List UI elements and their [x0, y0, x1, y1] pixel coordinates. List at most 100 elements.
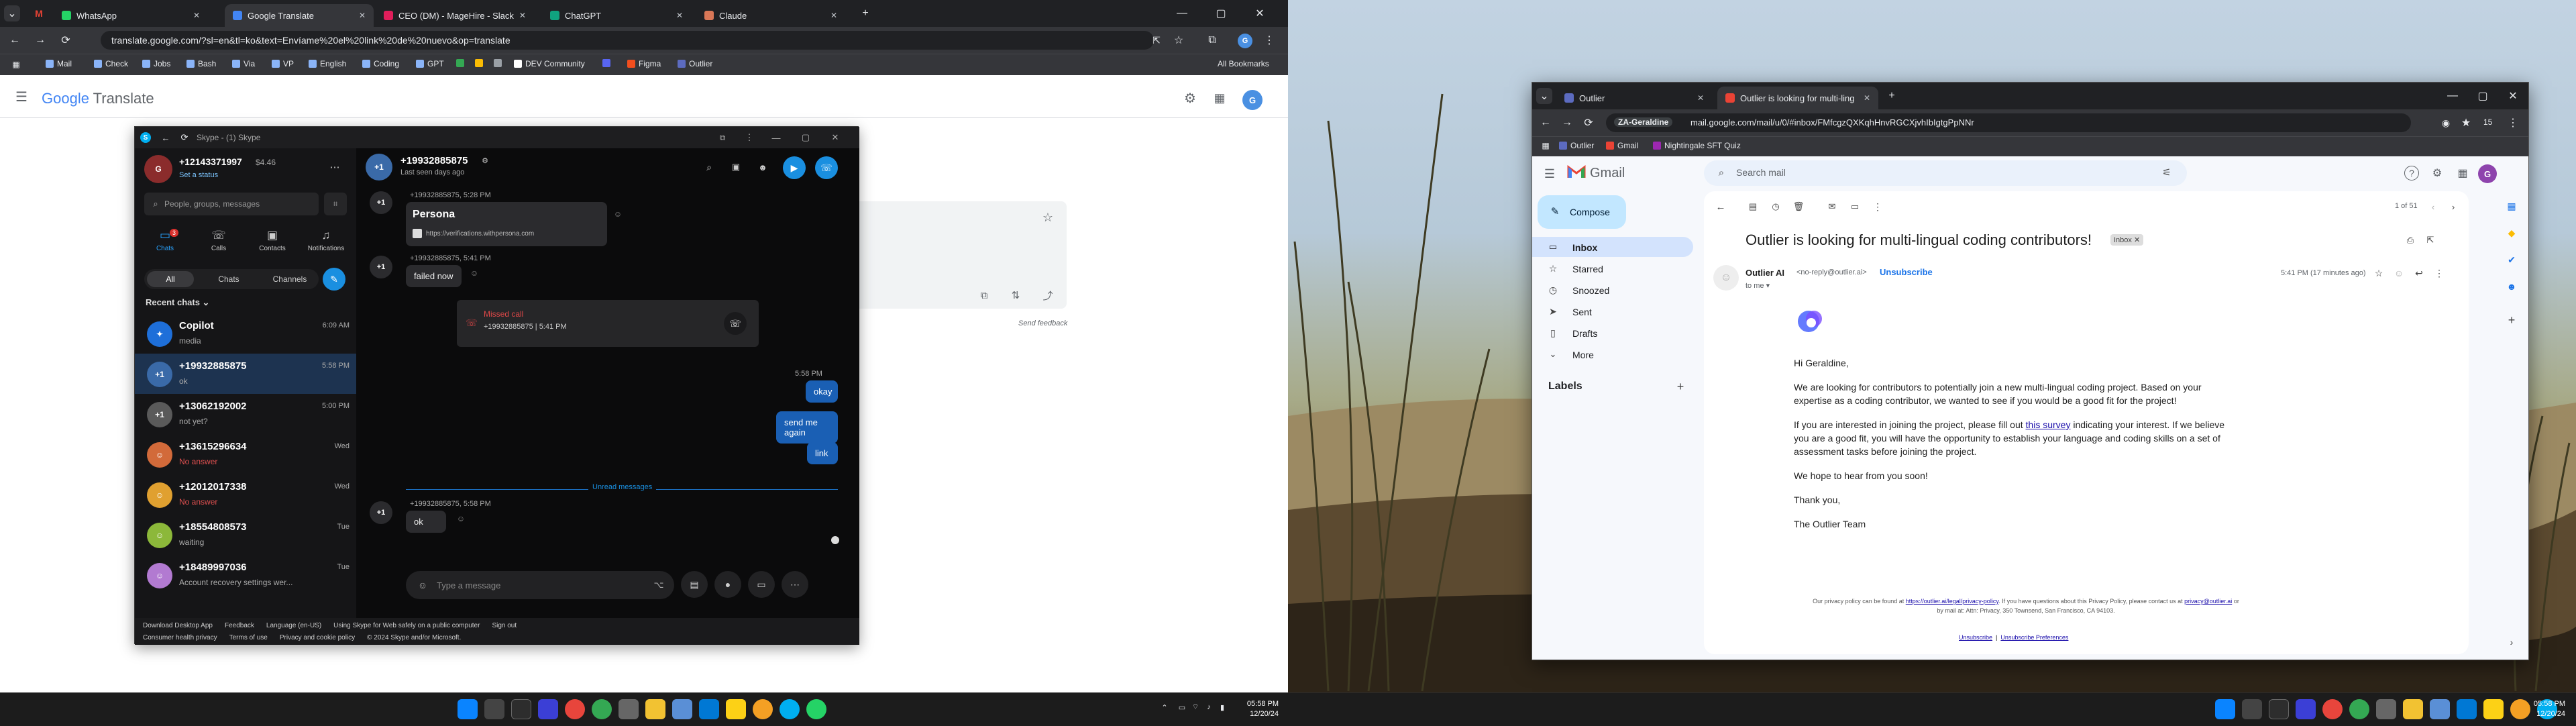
minimize-icon[interactable]: —: [1174, 5, 1190, 21]
footer-link[interactable]: Terms of use: [229, 634, 268, 641]
taskbar-search-icon[interactable]: [2242, 699, 2262, 719]
bookmark-check[interactable]: Check: [94, 59, 128, 68]
forward-icon[interactable]: →: [32, 32, 48, 48]
nav-notifications[interactable]: ♫ Notifications: [303, 229, 350, 260]
new-chat-button[interactable]: ✎: [323, 268, 345, 291]
newer-icon[interactable]: ‹: [2426, 199, 2440, 214]
close-icon[interactable]: ✕: [1697, 93, 1704, 103]
tab-whatsapp[interactable]: WhatsApp ✕: [54, 4, 208, 27]
start-button[interactable]: [2215, 699, 2235, 719]
dialpad-icon[interactable]: ⌗: [324, 193, 347, 215]
audio-call-button[interactable]: ☏: [815, 156, 838, 179]
google-apps-icon[interactable]: ▦: [2455, 166, 2470, 180]
search-icon[interactable]: ⌕: [1715, 166, 1728, 179]
clock[interactable]: 05:58 PM 12/20/24: [1232, 699, 1279, 719]
chrome-menu-icon[interactable]: ⋮: [1261, 32, 1277, 48]
chat-item[interactable]: ☺ +18554808573 waiting Tue: [135, 515, 356, 555]
incoming-message[interactable]: failed now: [406, 265, 462, 287]
hamburger-menu-icon[interactable]: ☰: [13, 89, 30, 105]
close-window-icon[interactable]: ✕: [1252, 5, 1268, 21]
set-status-link[interactable]: Set a status: [179, 171, 218, 179]
bookmark-figma[interactable]: Figma: [627, 59, 661, 68]
bookmark-gmail[interactable]: Gmail: [1606, 141, 1638, 150]
search-icon[interactable]: ⌕: [701, 159, 717, 175]
taskbar-app-icon[interactable]: [619, 699, 639, 719]
clock[interactable]: 05:58 PM 12/20/24: [2518, 699, 2565, 719]
start-button[interactable]: [458, 699, 478, 719]
tasks-icon[interactable]: ✔: [2504, 252, 2520, 268]
extensions-count[interactable]: 15: [2483, 117, 2492, 127]
tab-search-icon[interactable]: ⌄: [1536, 88, 1552, 104]
bookmark-nightingale-quiz[interactable]: Nightingale SFT Quiz: [1653, 141, 1741, 150]
settings-gear-icon[interactable]: ⚙: [1182, 90, 1198, 106]
all-bookmarks[interactable]: All Bookmarks: [1218, 59, 1269, 68]
profile-name[interactable]: +12143371997: [179, 156, 242, 167]
unsubscribe-link[interactable]: Unsubscribe: [1880, 267, 1933, 277]
contact-card-button[interactable]: ▭: [748, 571, 775, 598]
recipient-to-me[interactable]: to me ▾: [1746, 281, 1770, 290]
chat-item[interactable]: ☺ +13615296634 No answer Wed: [135, 434, 356, 474]
link-preview-card[interactable]: Persona https://verifications.withperson…: [406, 202, 607, 246]
call-back-button[interactable]: ☏: [724, 312, 747, 335]
add-people-icon[interactable]: ☻: [755, 159, 771, 175]
settings-gear-icon[interactable]: ⚙: [2430, 166, 2445, 180]
minimize-icon[interactable]: —: [2445, 88, 2461, 104]
sticky-notes-icon[interactable]: [2483, 699, 2504, 719]
reaction-icon[interactable]: ☺: [469, 268, 480, 278]
move-to-icon[interactable]: ▭: [1847, 199, 1862, 214]
print-icon[interactable]: ⎙: [2403, 233, 2418, 248]
bookmark-bash[interactable]: Bash: [186, 59, 216, 68]
close-icon[interactable]: ✕: [519, 11, 526, 20]
help-icon[interactable]: ?: [2404, 166, 2419, 180]
footer-unsubscribe-link[interactable]: Unsubscribe: [1959, 634, 1992, 641]
sticky-notes-icon[interactable]: [726, 699, 746, 719]
add-label-icon[interactable]: +: [1673, 379, 1688, 394]
back-icon[interactable]: ←: [1538, 115, 1554, 131]
terminal-icon[interactable]: [511, 699, 531, 719]
contacts-icon[interactable]: ☻: [2504, 278, 2520, 295]
outgoing-message[interactable]: send me again: [776, 411, 838, 444]
more-options-icon[interactable]: ⋮: [1870, 199, 1885, 214]
footer-link[interactable]: Consumer health privacy: [143, 634, 217, 641]
gmail-pinned-tab[interactable]: M: [32, 7, 46, 20]
taskbar-app-icon[interactable]: [2376, 699, 2396, 719]
archive-icon[interactable]: ▤: [1746, 199, 1760, 214]
bookmark-dev-community[interactable]: DEV Community: [514, 59, 585, 68]
file-explorer-icon[interactable]: [2403, 699, 2423, 719]
contact-avatar[interactable]: +1: [366, 154, 392, 180]
privacy-email-link[interactable]: privacy@outlier.ai: [2184, 598, 2232, 605]
survey-link[interactable]: this survey: [2026, 419, 2071, 430]
open-new-window-icon[interactable]: ⇱: [2423, 233, 2438, 248]
back-icon[interactable]: ←: [7, 32, 23, 48]
taskbar-app-icon[interactable]: [2296, 699, 2316, 719]
filter-chats[interactable]: Chats: [205, 271, 252, 287]
close-icon[interactable]: ✕: [676, 11, 683, 20]
tray-icon[interactable]: ▭: [1177, 702, 1187, 713]
bookmark-star-icon[interactable]: ★: [2458, 115, 2474, 131]
inbox-label-chip[interactable]: Inbox ✕: [2110, 234, 2144, 246]
bookmark-english[interactable]: English: [309, 59, 346, 68]
rate-translation-icon[interactable]: ⇅: [1008, 287, 1024, 303]
contact-name[interactable]: +19932885875: [400, 155, 468, 166]
close-icon[interactable]: ✕: [359, 11, 366, 20]
gmail-logo[interactable]: [1567, 164, 1586, 179]
google-account-avatar[interactable]: G: [1242, 90, 1263, 110]
reload-icon[interactable]: ⟳: [58, 32, 74, 48]
bookmark-mail[interactable]: Mail: [46, 59, 72, 68]
taskbar-app-icon[interactable]: [672, 699, 692, 719]
new-tab-button[interactable]: +: [857, 5, 873, 21]
calendar-icon[interactable]: ▦: [2504, 198, 2520, 214]
skype-taskbar-icon[interactable]: [780, 699, 800, 719]
mark-unread-icon[interactable]: ✉: [1825, 199, 1839, 214]
bookmark-icon-2[interactable]: [475, 59, 483, 67]
close-icon[interactable]: ✕: [1864, 93, 1870, 103]
search-options-icon[interactable]: ⚟: [2160, 166, 2174, 179]
footer-link[interactable]: Sign out: [492, 622, 517, 629]
sender-name[interactable]: Outlier AI: [1746, 268, 1784, 278]
more-options-icon[interactable]: ⋮: [743, 131, 756, 144]
vscode-icon[interactable]: [699, 699, 719, 719]
bookmark-icon-3[interactable]: [494, 59, 502, 67]
microphone-button[interactable]: ●: [714, 571, 741, 598]
footer-link[interactable]: Language (en-US): [266, 622, 321, 629]
nav-calls[interactable]: ☏ Calls: [195, 229, 242, 260]
